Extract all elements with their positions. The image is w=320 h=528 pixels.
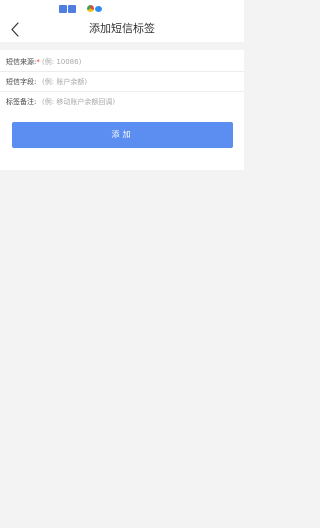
status-bar xyxy=(0,0,244,18)
sms-tag-form: 短信来源:* 短信字段: 标签备注: xyxy=(0,50,244,112)
sms-source-label: 短信来源:* xyxy=(6,58,40,66)
add-button[interactable]: 添加 xyxy=(12,122,233,148)
sms-field-input[interactable] xyxy=(42,75,232,88)
sms-field-label: 短信字段: xyxy=(6,78,37,86)
tag-note-label: 标签备注: xyxy=(6,98,37,106)
tag-note-row: 标签备注: xyxy=(0,92,244,112)
sms-field-row: 短信字段: xyxy=(0,72,244,92)
sms-source-row: 短信来源:* xyxy=(0,52,244,72)
sms-source-input[interactable] xyxy=(42,55,232,68)
nav-bar: 添加短信标签 xyxy=(0,18,244,42)
browser-icon xyxy=(87,5,94,12)
page-title: 添加短信标签 xyxy=(89,22,155,35)
app-notification-icon xyxy=(68,5,76,13)
required-mark: * xyxy=(36,58,40,66)
tag-note-input[interactable] xyxy=(42,95,232,108)
chat-icon xyxy=(95,6,102,12)
section-divider xyxy=(0,42,244,50)
app-notification-icon xyxy=(59,5,67,13)
